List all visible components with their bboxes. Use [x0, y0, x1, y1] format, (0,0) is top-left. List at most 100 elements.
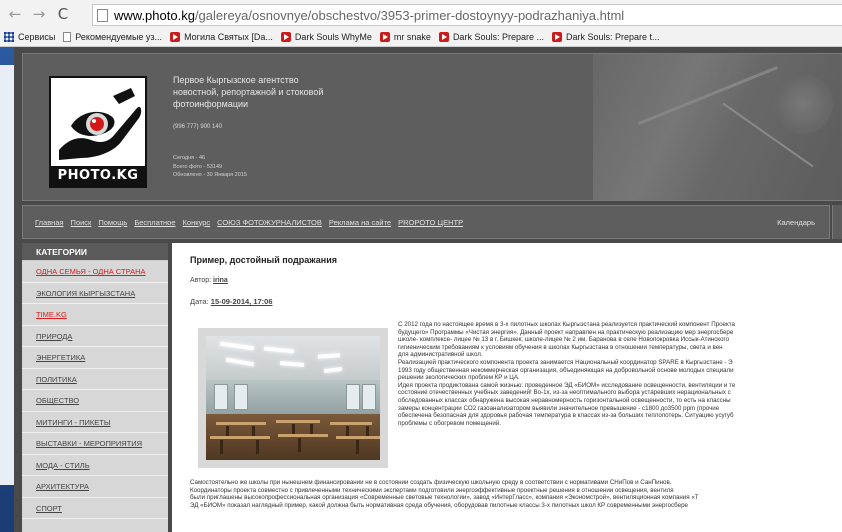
article-line: замеры концентрации CO2 газоанализатором…	[398, 404, 720, 412]
category-link[interactable]: ОБЩЕСТВО	[22, 390, 168, 412]
back-arrow-icon[interactable]: ←	[6, 5, 24, 23]
article-line: гигиеническим требованиям к условиям обу…	[398, 343, 723, 351]
bookmark-item[interactable]: Dark Souls: Prepare t...	[551, 32, 660, 42]
author-label: Автор:	[190, 277, 212, 284]
article-photo[interactable]	[198, 328, 388, 468]
menu-link[interactable]: Главная	[35, 218, 64, 227]
background-window-panel	[0, 65, 14, 485]
bookmark-label: Рекомендуемые уз...	[75, 32, 163, 42]
browser-window: ← → C www.photo.kg/galereya/osnovnye/obs…	[0, 0, 842, 532]
article-line: для административной школ.	[398, 351, 483, 359]
article-line: будущего» Программы «Чистая энергия». Да…	[398, 328, 734, 336]
youtube-icon	[170, 32, 181, 42]
article-line: Самостоятельно же школы при нынешнем фин…	[190, 479, 672, 486]
calendar-label[interactable]: Календарь	[777, 218, 815, 227]
article-line: обследованных классах обнаружена высокая…	[398, 396, 731, 404]
article-line: ЭД «БИОМ» показал наглядный пример, како…	[190, 501, 688, 509]
youtube-icon	[280, 32, 291, 42]
article-title: Пример, достойный подражания	[190, 255, 337, 265]
category-link[interactable]: ВЫСТАВКИ - МЕРОПРИЯТИЯ	[22, 433, 168, 455]
category-link[interactable]: ЭКОЛОГИЯ КЫРГЫЗСТАНА	[22, 283, 168, 304]
bookmark-item[interactable]: Могила Святых [Da...	[170, 32, 273, 42]
bookmark-item[interactable]: Dark Souls WhyMe	[280, 32, 372, 42]
article-line: обеспечена безопасная для здоровья рабоч…	[398, 412, 734, 420]
category-link[interactable]: ПРИРОДА	[22, 326, 168, 347]
main-menu: Главная Поиск Помощь Бесплатное Конкурс СОЮЗ …	[22, 205, 830, 239]
author-link[interactable]: irina	[213, 277, 228, 284]
url-text[interactable]: www.photo.kg/galereya/osnovnye/obschestv…	[114, 8, 624, 23]
site-page: PHOTO.KG Первое Кыргызское агентство нов…	[14, 47, 842, 532]
article-line: Идея проекта продиктована самой жизнью: …	[398, 381, 736, 389]
article-date: Дата: 15-09-2014, 17:06	[190, 297, 273, 306]
article-line: школе- комплексе- лицее № 13 в г. Бишкек…	[398, 336, 730, 344]
site-header: PHOTO.KG Первое Кыргызское агентство нов…	[22, 53, 842, 201]
agency-description: Первое Кыргызское агентство новостной, р…	[173, 75, 324, 109]
stat-today: Сегодня - 46	[173, 155, 206, 161]
logo-camera-hand-icon	[51, 78, 145, 166]
category-sidebar: КАТЕГОРИИ ОДНА СЕМЬЯ - ОДНА СТРАНА ЭКОЛОГ…	[22, 243, 168, 532]
menu-link[interactable]: Реклама на сайте	[329, 218, 391, 227]
bookmark-label: Dark Souls: Prepare t...	[565, 32, 660, 42]
page-viewport: PHOTO.KG Первое Кыргызское агентство нов…	[0, 47, 842, 532]
menu-link[interactable]: PROPOTO ЦЕНТР	[398, 218, 463, 227]
article-author: Автор: irina	[190, 277, 228, 284]
page-icon	[63, 32, 72, 42]
bookmark-item[interactable]: Сервисы	[4, 32, 55, 42]
classroom-photo	[206, 336, 380, 460]
date-value[interactable]: 15-09-2014, 17:06	[211, 297, 273, 306]
youtube-icon	[551, 32, 562, 42]
category-link[interactable]: МИТИНГИ - ПИКЕТЫ	[22, 412, 168, 433]
site-logo[interactable]: PHOTO.KG	[49, 76, 147, 188]
article-line: С 2012 года по настоящее время в 3-х пил…	[398, 321, 735, 328]
url-host: www.photo.kg	[114, 7, 195, 23]
forward-arrow-icon[interactable]: →	[30, 5, 48, 23]
category-link[interactable]: ЭНЕРГЕТИКА	[22, 347, 168, 369]
menu-link[interactable]: Бесплатное	[134, 218, 175, 227]
sidebar-heading: КАТЕГОРИИ	[22, 243, 168, 261]
logo-text: PHOTO.KG	[51, 166, 145, 186]
bookmark-label: Сервисы	[18, 32, 56, 42]
date-label: Дата:	[190, 297, 209, 306]
menu-link[interactable]: Поиск	[71, 218, 92, 227]
bookmark-item[interactable]: Рекомендуемые уз...	[63, 32, 162, 42]
article-line: решении экологических проблем КР и ЦА.	[398, 374, 520, 382]
category-link[interactable]: ПОЛИТИКА	[22, 369, 168, 390]
category-link[interactable]: СПОРТ	[22, 498, 168, 519]
bookmark-item[interactable]: mr snake	[379, 32, 431, 42]
article-line: состояние отечественных учебных заведени…	[398, 389, 731, 397]
bookmark-label: mr snake	[393, 32, 431, 42]
address-bar[interactable]: www.photo.kg/galereya/osnovnye/obschestv…	[92, 4, 842, 26]
category-link[interactable]: МОДА - СТИЛЬ	[22, 455, 168, 476]
stat-total-photos: Всего фото - 53149	[173, 163, 223, 170]
menu-link[interactable]: Конкурс	[183, 218, 211, 227]
header-background-photo	[593, 54, 842, 200]
article-line: проблемы с обогревом помещений.	[398, 419, 501, 427]
page-icon	[97, 8, 108, 22]
menu-link[interactable]: СОЮЗ ФОТОЖУРНАЛИСТОВ	[217, 218, 322, 227]
apps-icon	[4, 32, 14, 42]
category-link[interactable]: ОДНА СЕМЬЯ - ОДНА СТРАНА	[22, 261, 168, 283]
menu-edge	[832, 205, 842, 239]
article-body-side: С 2012 года по настоящее время в 3-х пил…	[398, 321, 842, 427]
youtube-icon	[438, 32, 449, 42]
category-link[interactable]: TIME.KG	[22, 304, 168, 326]
stat-updated: Обновлено - 30 Января 2015	[173, 172, 247, 178]
article-panel: Пример, достойный подражания Автор: irin…	[172, 243, 842, 532]
bookmark-label: Dark Souls WhyMe	[294, 32, 372, 42]
bookmarks-bar: Сервисы Рекомендуемые уз... Могила Святых …	[0, 28, 842, 47]
url-path: /galereya/osnovnye/obschestvo/3953-prime…	[194, 7, 625, 23]
youtube-icon	[379, 32, 390, 42]
bookmark-label: Могила Святых [Da...	[184, 32, 273, 42]
bookmark-item[interactable]: Dark Souls: Prepare ...	[438, 32, 544, 42]
site-stats: Сегодня - 46 Всего фото - 53149 Обновлен…	[173, 154, 247, 180]
browser-toolbar: ← → C www.photo.kg/galereya/osnovnye/obs…	[0, 0, 842, 28]
article-line: были приглашены высокопрофессиональная о…	[190, 494, 699, 502]
menu-link[interactable]: Помощь	[98, 218, 127, 227]
reload-icon[interactable]: C	[54, 5, 72, 23]
category-list: ОДНА СЕМЬЯ - ОДНА СТРАНА ЭКОЛОГИЯ КЫРГЫЗС…	[22, 261, 168, 519]
bookmark-label: Dark Souls: Prepare ...	[452, 32, 544, 42]
category-link[interactable]: АРХИТЕКТУРА	[22, 476, 168, 498]
article-line: Координаторы проекта совместно с привлеч…	[190, 486, 674, 494]
agency-phone: (996 777) 900 140	[173, 124, 223, 130]
article-line: 1993 году общественная некоммерческая ор…	[398, 366, 734, 374]
